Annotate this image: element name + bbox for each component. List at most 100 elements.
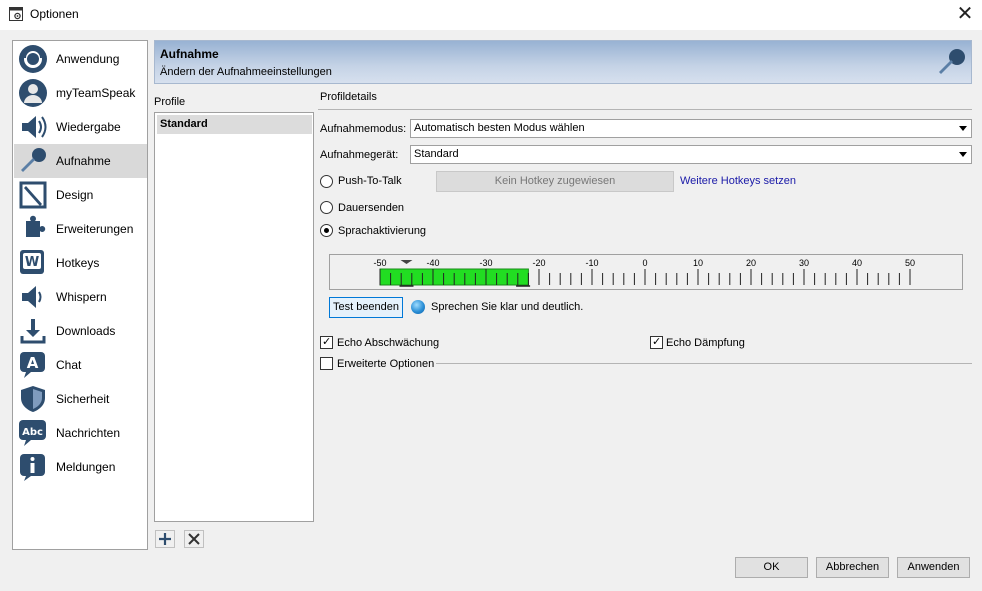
headset-icon [19, 45, 47, 73]
meter-tick-label: 10 [693, 258, 703, 268]
user-icon [19, 79, 47, 107]
status-message: Sprechen Sie klar und deutlich. [431, 301, 584, 313]
continuous-transmission-radio[interactable] [320, 201, 333, 214]
meter-tick-label: 50 [905, 258, 915, 268]
recording-mode-value: Automatisch besten Modus wählen [414, 122, 585, 134]
title-bar: Optionen ✕ [0, 0, 982, 30]
sidebar-item-label: Sicherheit [56, 392, 110, 406]
sidebar-item-erweiterungen[interactable]: Erweiterungen [14, 212, 147, 246]
meter-tick-label: -50 [373, 258, 386, 268]
chevron-down-icon [959, 152, 967, 157]
sidebar-item-myteamspeak[interactable]: myTeamSpeak [14, 76, 147, 110]
page-title: Aufnahme [160, 47, 219, 61]
svg-text:A: A [27, 354, 39, 372]
sidebar-item-downloads[interactable]: Downloads [14, 314, 147, 348]
sidebar-item-anwendung[interactable]: Anwendung [14, 42, 147, 76]
sidebar-item-label: Nachrichten [56, 426, 121, 440]
svg-text:W: W [25, 255, 39, 270]
whisper-icon [22, 286, 42, 308]
sidebar-item-label: Chat [56, 358, 82, 372]
microphone-icon [939, 49, 965, 74]
page-subtitle: Ändern der Aufnahmeeinstellungen [160, 66, 332, 78]
voice-level-meter[interactable]: -50 -40 -30 -20 -10 0 10 20 30 40 50 [329, 254, 963, 290]
push-to-talk-radio[interactable] [320, 175, 333, 188]
echo-cancel-label: Echo Dämpfung [666, 337, 745, 349]
close-icon[interactable]: ✕ [948, 0, 982, 28]
chevron-down-icon [959, 126, 967, 131]
sidebar-item-label: Anwendung [56, 52, 120, 66]
svg-text:Abc: Abc [22, 427, 43, 438]
sidebar-item-chat[interactable]: A Chat [14, 348, 147, 382]
echo-reduction-label: Echo Abschwächung [337, 337, 440, 349]
hotkey-icon: W [20, 250, 44, 274]
sidebar-item-label: Erweiterungen [56, 222, 134, 236]
continuous-transmission-label: Dauersenden [338, 202, 405, 214]
meter-tick-label: 0 [642, 258, 647, 268]
puzzle-icon [26, 215, 46, 237]
divider [318, 109, 972, 110]
echo-cancel-checkbox[interactable]: ✓ [650, 335, 663, 349]
delete-profile-button[interactable] [184, 530, 204, 548]
sidebar-item-sicherheit[interactable]: Sicherheit [14, 382, 147, 416]
meter-tick-label: -10 [585, 258, 598, 268]
recording-device-label: Aufnahmegerät: [320, 149, 399, 161]
meter-tick-label: 20 [746, 258, 756, 268]
ok-button[interactable]: OK [735, 557, 808, 578]
design-icon [19, 181, 47, 209]
meter-tick-label: -30 [479, 258, 492, 268]
sidebar-item-design[interactable]: Design [14, 178, 147, 212]
page-header: Aufnahme Ändern der Aufnahmeeinstellunge… [154, 40, 972, 84]
recording-mode-select[interactable]: Automatisch besten Modus wählen [410, 119, 972, 138]
checkmark-icon: ✓ [322, 335, 332, 348]
assign-hotkey-button[interactable]: Kein Hotkey zugewiesen [436, 171, 674, 192]
recording-device-select[interactable]: Standard [410, 145, 972, 164]
advanced-options-label: Erweiterte Optionen [337, 358, 435, 370]
sidebar-item-label: Design [56, 188, 94, 202]
recording-device-value: Standard [414, 148, 459, 160]
sidebar-item-nachrichten[interactable]: Abc Nachrichten [14, 416, 147, 450]
meter-tick-label: -20 [532, 258, 545, 268]
options-window-icon [9, 7, 23, 21]
options-sidebar: Anwendung myTeamSpeak Wiedergabe Aufnahm… [12, 40, 148, 550]
advanced-options-checkbox[interactable] [320, 357, 333, 370]
info-icon [20, 454, 45, 481]
sidebar-item-aufnahme[interactable]: Aufnahme [14, 144, 147, 178]
download-icon [20, 319, 46, 344]
meter-scale: -50 -40 -30 -20 -10 0 10 20 30 40 50 [373, 258, 915, 287]
add-profile-button[interactable] [155, 530, 175, 548]
message-icon: Abc [19, 420, 46, 446]
profile-list: Standard [154, 112, 314, 522]
recording-mode-label: Aufnahmemodus: [320, 123, 407, 135]
cancel-button[interactable]: Abbrechen [816, 557, 889, 578]
status-indicator-icon [411, 300, 425, 314]
divider [436, 363, 972, 364]
apply-button[interactable]: Anwenden [897, 557, 970, 578]
window-title: Optionen [30, 7, 79, 21]
sidebar-item-meldungen[interactable]: Meldungen [14, 450, 147, 484]
microphone-icon [21, 148, 46, 172]
threshold-marker-icon [400, 260, 413, 264]
sidebar-item-label: Meldungen [56, 460, 116, 474]
sidebar-item-hotkeys[interactable]: W Hotkeys [14, 246, 147, 280]
profiles-label: Profile [154, 96, 186, 108]
checkmark-icon: ✓ [652, 335, 662, 348]
echo-reduction-checkbox[interactable]: ✓ [320, 335, 333, 349]
voice-activation-label: Sprachaktivierung [338, 225, 427, 237]
sidebar-item-label: myTeamSpeak [56, 86, 136, 100]
sidebar-item-label: Downloads [56, 324, 116, 338]
speaker-icon [22, 116, 47, 138]
sidebar-item-label: Aufnahme [56, 154, 111, 168]
sidebar-item-label: Wiedergabe [56, 120, 121, 134]
list-item[interactable]: Standard [157, 115, 312, 134]
sidebar-item-whispern[interactable]: Whispern [14, 280, 147, 314]
voice-activation-radio[interactable] [320, 224, 333, 237]
meter-tick-label: 40 [852, 258, 862, 268]
chat-icon: A [20, 352, 45, 378]
stop-test-button[interactable]: Test beenden [329, 297, 403, 318]
sidebar-item-label: Hotkeys [56, 256, 100, 270]
more-hotkeys-link[interactable]: Weitere Hotkeys setzen [680, 175, 796, 187]
meter-tick-label: 30 [799, 258, 809, 268]
meter-tick-label: -40 [426, 258, 439, 268]
sidebar-item-label: Whispern [56, 290, 107, 304]
sidebar-item-wiedergabe[interactable]: Wiedergabe [14, 110, 147, 144]
